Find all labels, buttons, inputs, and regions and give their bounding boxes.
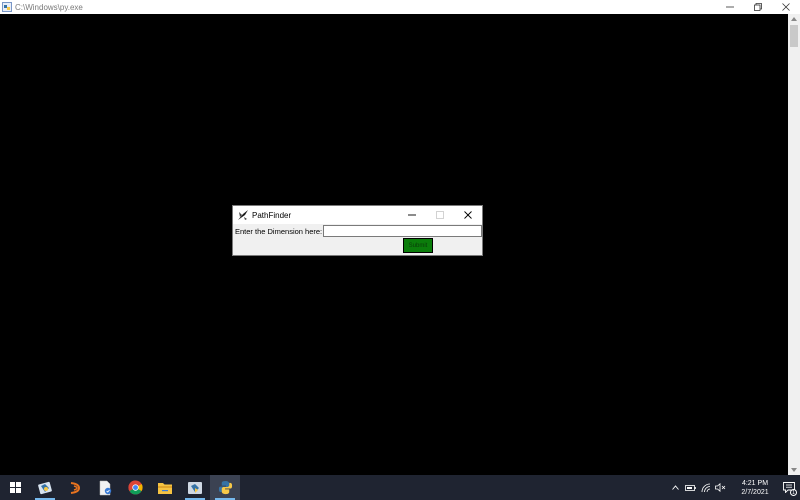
- console-minimize-button[interactable]: [716, 0, 744, 14]
- console-restore-button[interactable]: [744, 0, 772, 14]
- document-icon: [99, 480, 112, 495]
- dialog-close-button[interactable]: [454, 206, 482, 224]
- taskbar-python-idle[interactable]: [30, 475, 60, 500]
- dialog-maximize-button: [426, 206, 454, 224]
- wifi-icon: [701, 483, 710, 492]
- start-button[interactable]: [0, 475, 30, 500]
- pathfinder-dialog: PathFinder Enter the Dimension here: Sub…: [232, 205, 483, 256]
- chevron-up-icon: [672, 485, 679, 490]
- dialog-minimize-button[interactable]: [398, 206, 426, 224]
- taskbar-python-launcher[interactable]: [180, 475, 210, 500]
- scroll-up-button[interactable]: [788, 14, 800, 24]
- console-scrollbar[interactable]: [788, 14, 800, 475]
- close-icon: [464, 211, 472, 219]
- clock-date: 2/7/2021: [741, 488, 769, 496]
- dimension-input[interactable]: [323, 225, 482, 237]
- volume-muted-icon: [715, 483, 726, 492]
- python-icon: [218, 480, 232, 495]
- show-hidden-icons-button[interactable]: [668, 475, 683, 500]
- scroll-down-button[interactable]: [788, 465, 800, 475]
- system-tray: 4:21 PM 2/7/2021 1: [668, 475, 800, 500]
- maximize-icon: [436, 211, 444, 219]
- dialog-title: PathFinder: [252, 210, 292, 220]
- restore-icon: [754, 3, 762, 11]
- close-icon: [782, 3, 790, 11]
- notification-count-badge: 1: [790, 489, 797, 496]
- python-launcher-icon: [188, 481, 202, 494]
- folder-icon: [158, 482, 172, 494]
- minimize-icon: [408, 214, 416, 216]
- taskbar-document[interactable]: [90, 475, 120, 500]
- console-title: C:\Windows\py.exe: [15, 2, 83, 12]
- tk-feather-icon: [238, 210, 248, 220]
- battery-plug-icon: [685, 484, 696, 491]
- chrome-icon: [127, 480, 143, 495]
- taskbar: 4:21 PM 2/7/2021 1: [0, 475, 800, 500]
- dimension-label: Enter the Dimension here:: [235, 227, 323, 236]
- clock-time: 4:21 PM: [741, 479, 769, 487]
- chevron-up-icon: [791, 17, 797, 21]
- taskbar-python[interactable]: [210, 475, 240, 500]
- console-close-button[interactable]: [772, 0, 800, 14]
- action-center-button[interactable]: 1: [778, 475, 800, 500]
- chevron-down-icon: [791, 468, 797, 472]
- python-console-icon: [2, 2, 12, 12]
- taskbar-eclipse[interactable]: [60, 475, 90, 500]
- clock[interactable]: 4:21 PM 2/7/2021: [732, 475, 778, 500]
- minimize-icon: [726, 6, 734, 8]
- eclipse-icon: [70, 481, 81, 494]
- taskbar-file-explorer[interactable]: [150, 475, 180, 500]
- console-titlebar: C:\Windows\py.exe: [0, 0, 800, 14]
- volume-button[interactable]: [713, 475, 728, 500]
- dialog-titlebar[interactable]: PathFinder: [233, 206, 482, 224]
- python-idle-icon: [38, 481, 52, 494]
- submit-button[interactable]: Submit: [403, 238, 433, 253]
- windows-logo-icon: [9, 482, 21, 493]
- wifi-button[interactable]: [698, 475, 713, 500]
- battery-button[interactable]: [683, 475, 698, 500]
- scroll-thumb[interactable]: [790, 25, 798, 47]
- taskbar-chrome[interactable]: [120, 475, 150, 500]
